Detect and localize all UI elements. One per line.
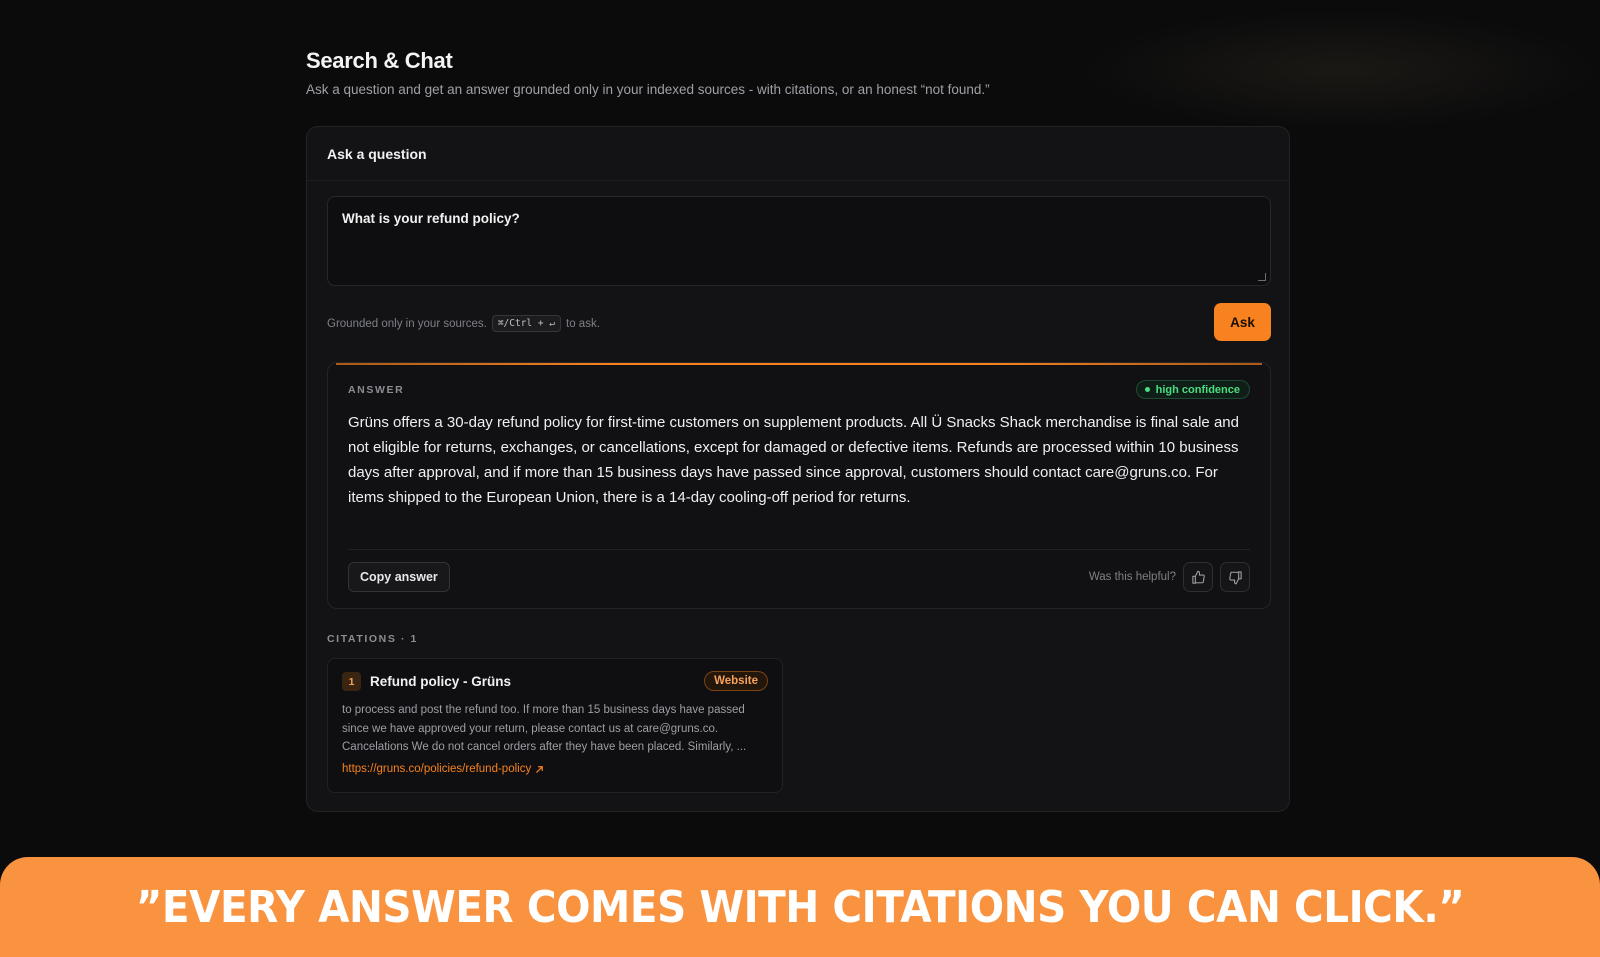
resize-handle-icon[interactable] — [1258, 273, 1266, 281]
citations-label: CITATIONS · 1 — [327, 633, 418, 645]
ask-card: Ask a question What is your refund polic… — [306, 126, 1290, 812]
question-text: What is your refund policy? — [342, 211, 520, 226]
answer-text: Grüns offers a 30-day refund policy for … — [348, 414, 1239, 506]
external-link-icon — [536, 765, 544, 773]
ask-card-title: Ask a question — [327, 145, 427, 162]
answer-accent-bar — [336, 363, 1262, 365]
confidence-dot-icon — [1144, 387, 1150, 392]
confidence-badge: high confidence — [1135, 380, 1250, 399]
hint-prefix: Grounded only in your sources. — [327, 317, 487, 330]
citation-card[interactable]: 1 Refund policy - Grüns Website to proce… — [327, 658, 783, 793]
confidence-text: high confidence — [1155, 383, 1240, 396]
ask-button[interactable]: Ask — [1214, 303, 1271, 341]
answer-label: ANSWER — [348, 384, 405, 396]
answer-panel: ANSWER high confidence Grüns offers a 30… — [327, 362, 1271, 609]
ask-hint: Grounded only in your sources. ⌘/Ctrl + … — [327, 315, 600, 332]
citation-link[interactable]: https://gruns.co/policies/refund-policy — [342, 763, 544, 775]
thumbs-up-icon — [1191, 570, 1205, 584]
helpful-label: Was this helpful? — [1088, 571, 1176, 583]
page-title: Search & Chat — [306, 48, 453, 73]
feedback-row: Was this helpful? — [1089, 562, 1250, 592]
question-textarea[interactable]: What is your refund policy? — [327, 196, 1271, 286]
page-header: Search & Chat Ask a question and get an … — [306, 48, 1290, 97]
hint-suffix: to ask. — [566, 317, 600, 330]
citation-title: Refund policy - Grüns — [370, 674, 512, 689]
promo-banner: ”EVERY ANSWER COMES WITH CITATIONS YOU C… — [0, 857, 1600, 957]
answer-divider — [348, 549, 1250, 550]
banner-text: ”EVERY ANSWER COMES WITH CITATIONS YOU C… — [135, 881, 1465, 933]
page-subtitle: Ask a question and get an answer grounde… — [306, 82, 990, 97]
thumbs-down-button[interactable] — [1220, 562, 1250, 592]
thumbs-up-button[interactable] — [1183, 562, 1213, 592]
copy-answer-button[interactable]: Copy answer — [348, 562, 450, 592]
ask-card-header: Ask a question — [307, 127, 1289, 181]
citation-source-badge: Website — [704, 671, 768, 691]
citation-number: 1 — [342, 672, 361, 691]
citation-snippet: to process and post the refund too. If m… — [342, 704, 747, 753]
thumbs-down-icon — [1228, 570, 1242, 584]
keyboard-shortcut: ⌘/Ctrl + ↵ — [491, 315, 562, 332]
citation-url: https://gruns.co/policies/refund-policy — [342, 763, 532, 775]
